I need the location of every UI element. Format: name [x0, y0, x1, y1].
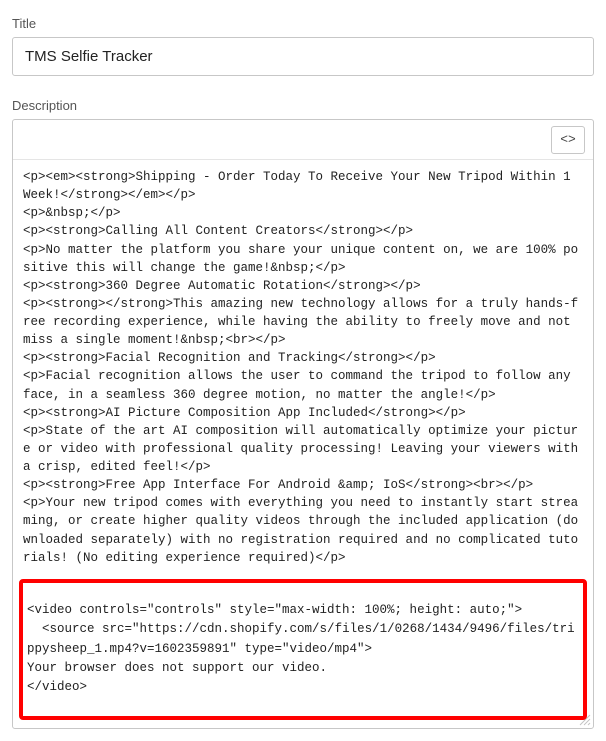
- highlighted-code-region: <video controls="controls" style="max-wi…: [19, 579, 587, 720]
- editor-toolbar: <>: [13, 120, 593, 160]
- resize-handle-icon[interactable]: [577, 712, 591, 726]
- description-editor: <> <p><em><strong>Shipping - Order Today…: [12, 119, 594, 729]
- description-code-textarea[interactable]: <p><em><strong>Shipping - Order Today To…: [13, 162, 593, 571]
- highlighted-code-text[interactable]: <video controls="controls" style="max-wi…: [27, 601, 579, 698]
- title-label: Title: [12, 16, 594, 31]
- description-label: Description: [12, 98, 594, 113]
- code-view-button[interactable]: <>: [551, 126, 585, 154]
- title-input[interactable]: [12, 37, 594, 76]
